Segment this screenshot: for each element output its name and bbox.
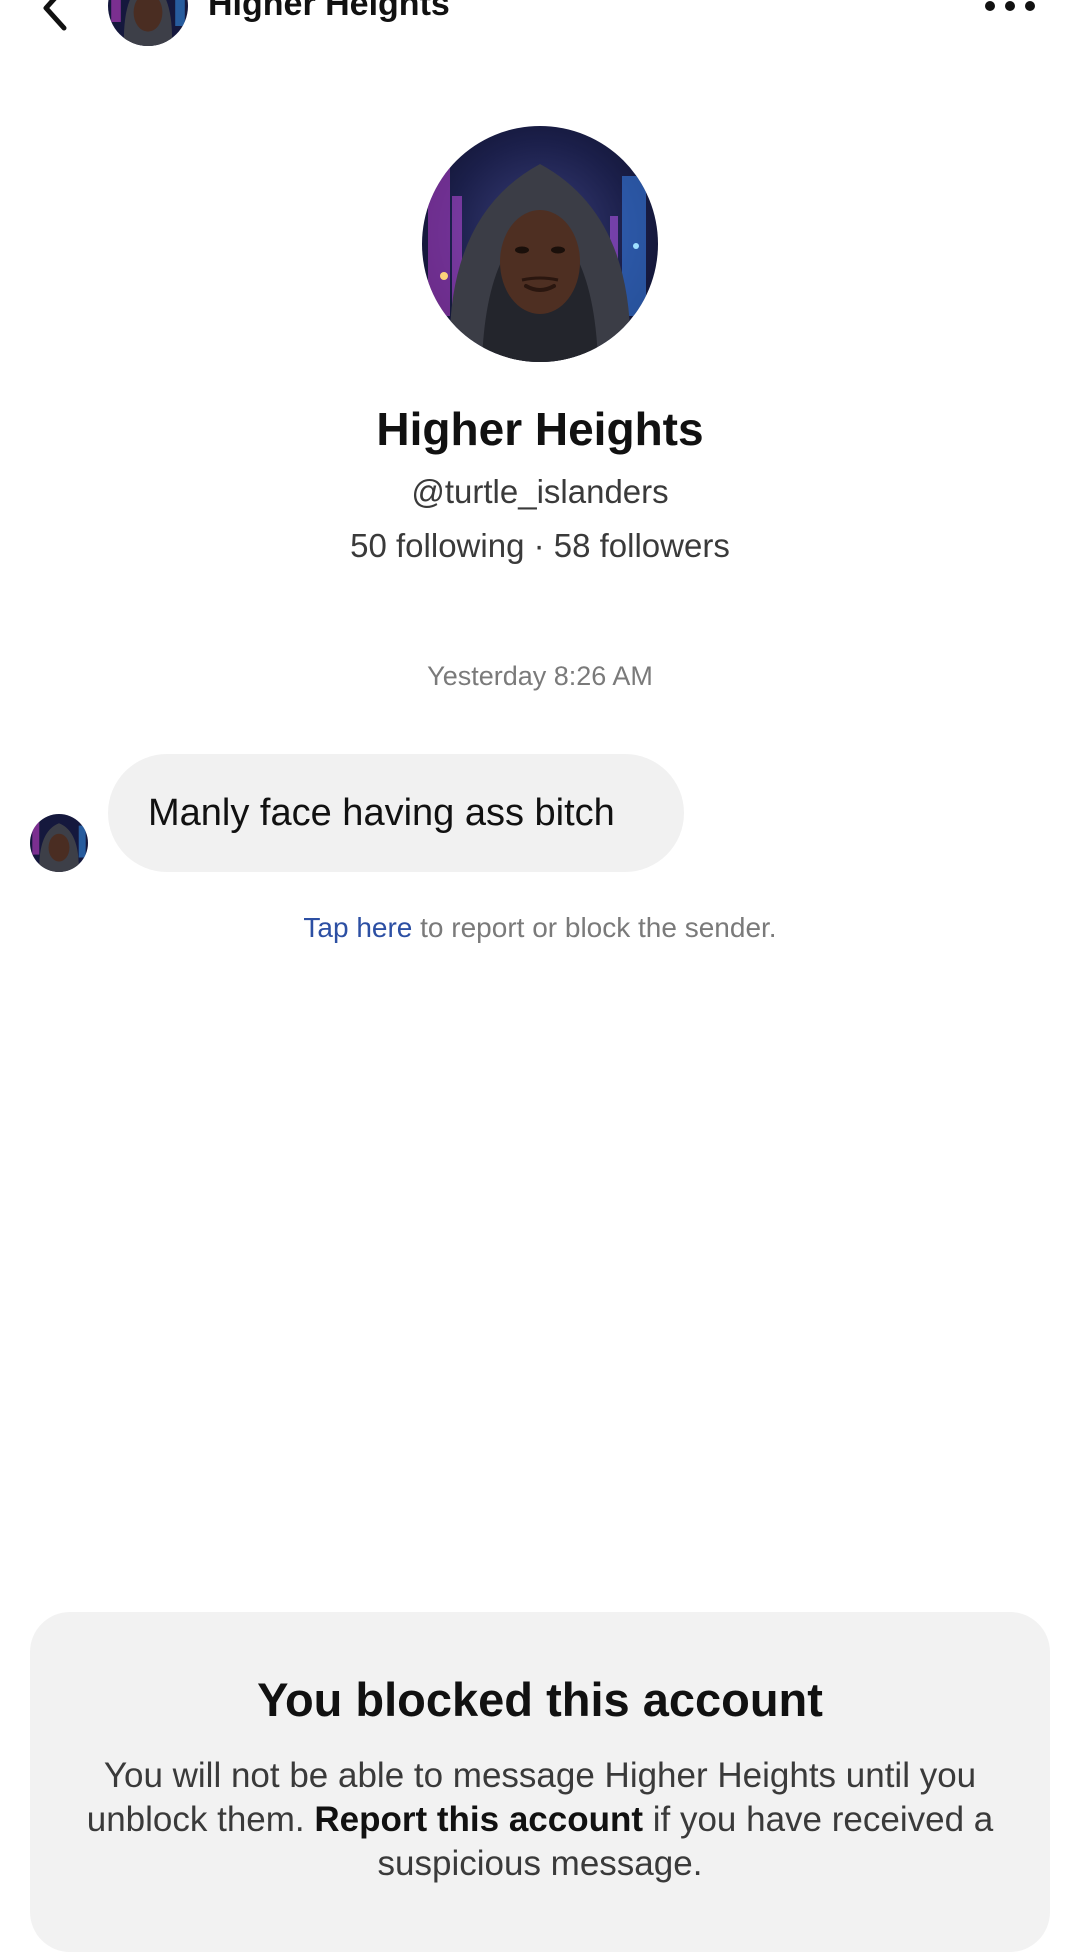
blocked-description: You will not be able to message Higher H… [70, 1754, 1010, 1886]
profile-avatar[interactable] [422, 126, 658, 362]
header-title[interactable]: Higher Heights [208, 0, 450, 24]
report-hint: Tap here to report or block the sender. [0, 910, 1080, 946]
chevron-left-icon [43, 0, 67, 31]
more-options-button[interactable] [980, 0, 1040, 20]
profile-name[interactable]: Higher Heights [0, 400, 1080, 458]
message-timestamp: Yesterday 8:26 AM [427, 661, 653, 691]
chat-header: Higher Heights [0, 0, 1080, 50]
message-sender-avatar[interactable] [30, 814, 88, 872]
profile-handle: @turtle_islanders [411, 473, 669, 510]
profile-stats[interactable]: 50 following · 58 followers [0, 524, 1080, 568]
header-avatar[interactable] [108, 0, 188, 46]
report-hint-text: to report or block the sender. [412, 912, 777, 943]
blocked-title: You blocked this account [257, 1673, 823, 1726]
message-bubble[interactable]: Manly face having ass bitch [108, 754, 684, 872]
tap-here-link[interactable]: Tap here [303, 912, 412, 943]
more-horizontal-icon [985, 1, 1035, 11]
report-account-link[interactable]: Report this account [314, 1800, 643, 1839]
blocked-notice-card: You blocked this account You will not be… [30, 1612, 1050, 1952]
back-button[interactable] [34, 0, 78, 32]
message-text: Manly face having ass bitch [148, 792, 615, 834]
